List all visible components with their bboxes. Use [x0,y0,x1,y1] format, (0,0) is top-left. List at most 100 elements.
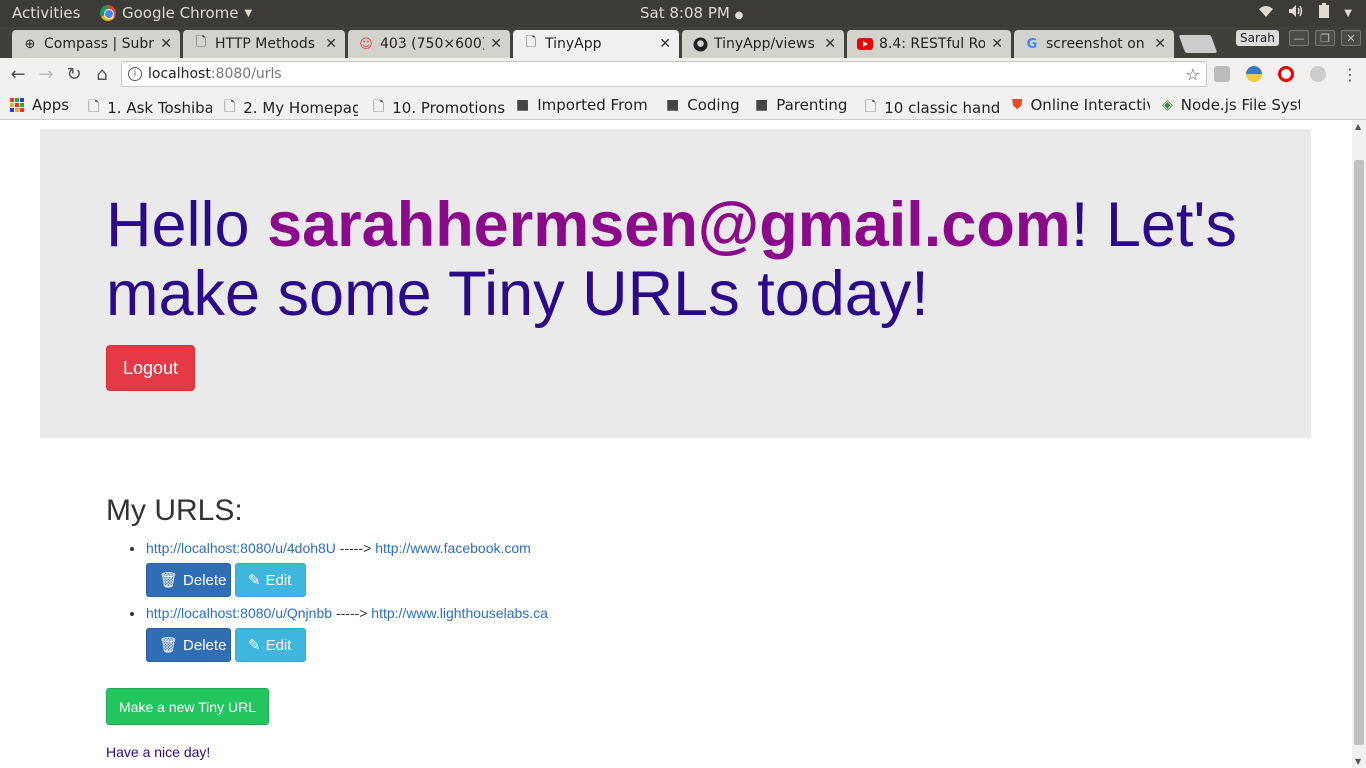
extension-icon[interactable] [1214,66,1230,82]
folder-icon: ■ [666,97,680,113]
node-icon: ◈ [1162,97,1173,113]
bookmark-folder-parenting[interactable]: ■ Parenting [755,96,853,114]
bookmark-my-homepage[interactable]: 🗋 2. My Homepage [224,96,358,120]
bookmark-label: 1. Ask Toshiba [107,99,212,117]
tab-title: Compass | Subm [44,36,155,52]
scroll-up-icon[interactable]: ▲ [1355,122,1361,131]
tab-github-views[interactable]: TinyApp/views ✕ [682,30,844,58]
bookmark-star-icon[interactable]: ☆ [1186,65,1200,84]
tab-http-methods[interactable]: 🗋 HTTP Methods f ✕ [183,30,345,58]
profile-button[interactable]: Sarah [1236,30,1279,46]
url-mapping: http://localhost:8080/u/Qnjnbb -----> ht… [146,605,548,621]
close-icon[interactable]: ✕ [824,36,836,52]
bookmark-nodejs-fs[interactable]: ◈ Node.js File Syst [1162,96,1300,114]
google-icon: G [1026,36,1038,52]
tab-tinyapp[interactable]: 🗋 TinyApp ✕ [513,30,679,58]
apps-grid-icon [10,98,24,112]
clock[interactable]: Sat 8:08 PM ● [640,4,743,22]
close-icon[interactable]: ✕ [160,36,172,52]
short-url-link[interactable]: http://localhost:8080/u/4doh8U [146,540,336,556]
bookmark-apps[interactable]: Apps [10,96,78,114]
chevron-down-icon: ▼ [1344,7,1352,19]
edit-button[interactable]: ✎ Edit [235,628,306,662]
reload-icon[interactable]: ↻ [62,62,86,86]
bookmarks-bar: Apps 🗋 1. Ask Toshiba 🗋 2. My Homepage 🗋… [0,90,1366,120]
edit-button[interactable]: ✎ Edit [235,563,306,597]
close-icon[interactable]: ✕ [1154,36,1166,52]
bookmark-ask-toshiba[interactable]: 🗋 1. Ask Toshiba [88,96,212,120]
close-icon[interactable]: ✕ [659,36,671,52]
url-path: :8080/urls [210,66,282,82]
wifi-icon [1258,4,1274,22]
minimize-icon[interactable]: — [1289,30,1309,46]
bullet [130,612,134,616]
pencil-icon: ✎ [248,637,261,654]
info-icon[interactable]: i [128,67,142,81]
bookmark-folder-imported[interactable]: ■ Imported From IE [516,96,652,114]
notification-dot-icon: ● [734,10,744,21]
farewell-text: Have a nice day! [106,744,211,760]
url-actions: 🗑 Delete ✎ Edit [146,563,306,597]
compass-icon: ⊕ [24,36,36,52]
delete-button[interactable]: 🗑 Delete [146,628,231,662]
youtube-icon [857,36,873,52]
close-icon[interactable]: ✕ [991,36,1003,52]
extension-icon[interactable] [1310,66,1326,82]
browser-toolbar: ← → ↻ ⌂ i localhost:8080/urls ☆ ⋮ [0,58,1366,90]
long-url-link[interactable]: http://www.facebook.com [375,540,531,556]
section-title: My URLS: [106,494,243,527]
folder-icon: ■ [516,97,530,113]
page-icon: 🗋 [373,99,385,115]
bookmark-classic-hand[interactable]: 🗋 10 classic hand-c [865,96,999,120]
short-url-link[interactable]: http://localhost:8080/u/Qnjnbb [146,605,332,621]
html5-icon: ⛊ [1012,97,1023,113]
arrow-text: -----> [332,605,372,621]
app-menu[interactable]: Google Chrome ▼ [100,4,252,22]
forward-arrow-icon[interactable]: → [34,62,58,86]
delete-button[interactable]: 🗑 Delete [146,563,231,597]
close-icon[interactable]: ✕ [490,36,502,52]
tab-image-403[interactable]: ☺ 403 (750×600) ✕ [348,30,510,58]
tab-youtube-restful[interactable]: 8.4: RESTful Rou ✕ [847,30,1011,58]
greeting-heading: Hello sarahhermsen@gmail.com! Let's make… [106,191,1286,329]
scroll-down-icon[interactable]: ▼ [1355,757,1361,766]
document-icon: 🗋 [525,35,537,50]
page-viewport: Hello sarahhermsen@gmail.com! Let's make… [0,120,1352,768]
bookmark-label: Online Interactiv [1030,96,1151,114]
menu-dots-icon[interactable]: ⋮ [1338,62,1362,86]
close-window-icon[interactable]: ✕ [1341,30,1361,46]
python-extension-icon[interactable] [1246,66,1262,82]
page-icon: 🗋 [865,99,877,115]
address-bar[interactable]: i localhost:8080/urls ☆ [121,61,1207,87]
header-jumbotron: Hello sarahhermsen@gmail.com! Let's make… [40,129,1311,438]
tab-google-search[interactable]: G screenshot on li ✕ [1014,30,1174,58]
trash-icon: 🗑 [159,572,179,589]
new-tiny-url-button[interactable]: Make a new Tiny URL [106,688,269,725]
scrollbar-thumb[interactable] [1354,160,1364,745]
home-icon[interactable]: ⌂ [90,62,114,86]
battery-icon [1318,3,1330,23]
bookmark-folder-coding[interactable]: ■ Coding [666,96,746,114]
bookmark-label: Apps [32,96,70,114]
bookmark-label: 2. My Homepage [243,99,358,117]
clock-text: Sat 8:08 PM [640,4,730,22]
maximize-icon[interactable]: ❐ [1315,30,1335,46]
activities-button[interactable]: Activities [12,4,80,22]
url-mapping: http://localhost:8080/u/4doh8U -----> ht… [146,540,531,556]
opera-extension-icon[interactable] [1278,66,1294,82]
logout-button[interactable]: Logout [106,345,195,391]
close-icon[interactable]: ✕ [325,36,337,52]
url-actions: 🗑 Delete ✎ Edit [146,628,306,662]
back-arrow-icon[interactable]: ← [6,62,30,86]
long-url-link[interactable]: http://www.lighthouselabs.ca [371,605,548,621]
page-icon: 🗋 [88,99,100,115]
bookmark-promotions[interactable]: 🗋 10. Promotions [373,96,505,120]
pencil-icon: ✎ [248,572,261,589]
system-tray[interactable]: ▼ [1258,3,1352,23]
bookmark-online-interactive[interactable]: ⛊ Online Interactiv [1012,96,1150,114]
bookmark-label: Parenting [776,96,848,114]
tab-compass[interactable]: ⊕ Compass | Subm ✕ [12,30,180,58]
new-tab-button[interactable] [1178,35,1218,53]
bookmark-label: 10. Promotions [392,99,505,117]
vertical-scrollbar[interactable]: ▲ ▼ [1352,120,1366,768]
